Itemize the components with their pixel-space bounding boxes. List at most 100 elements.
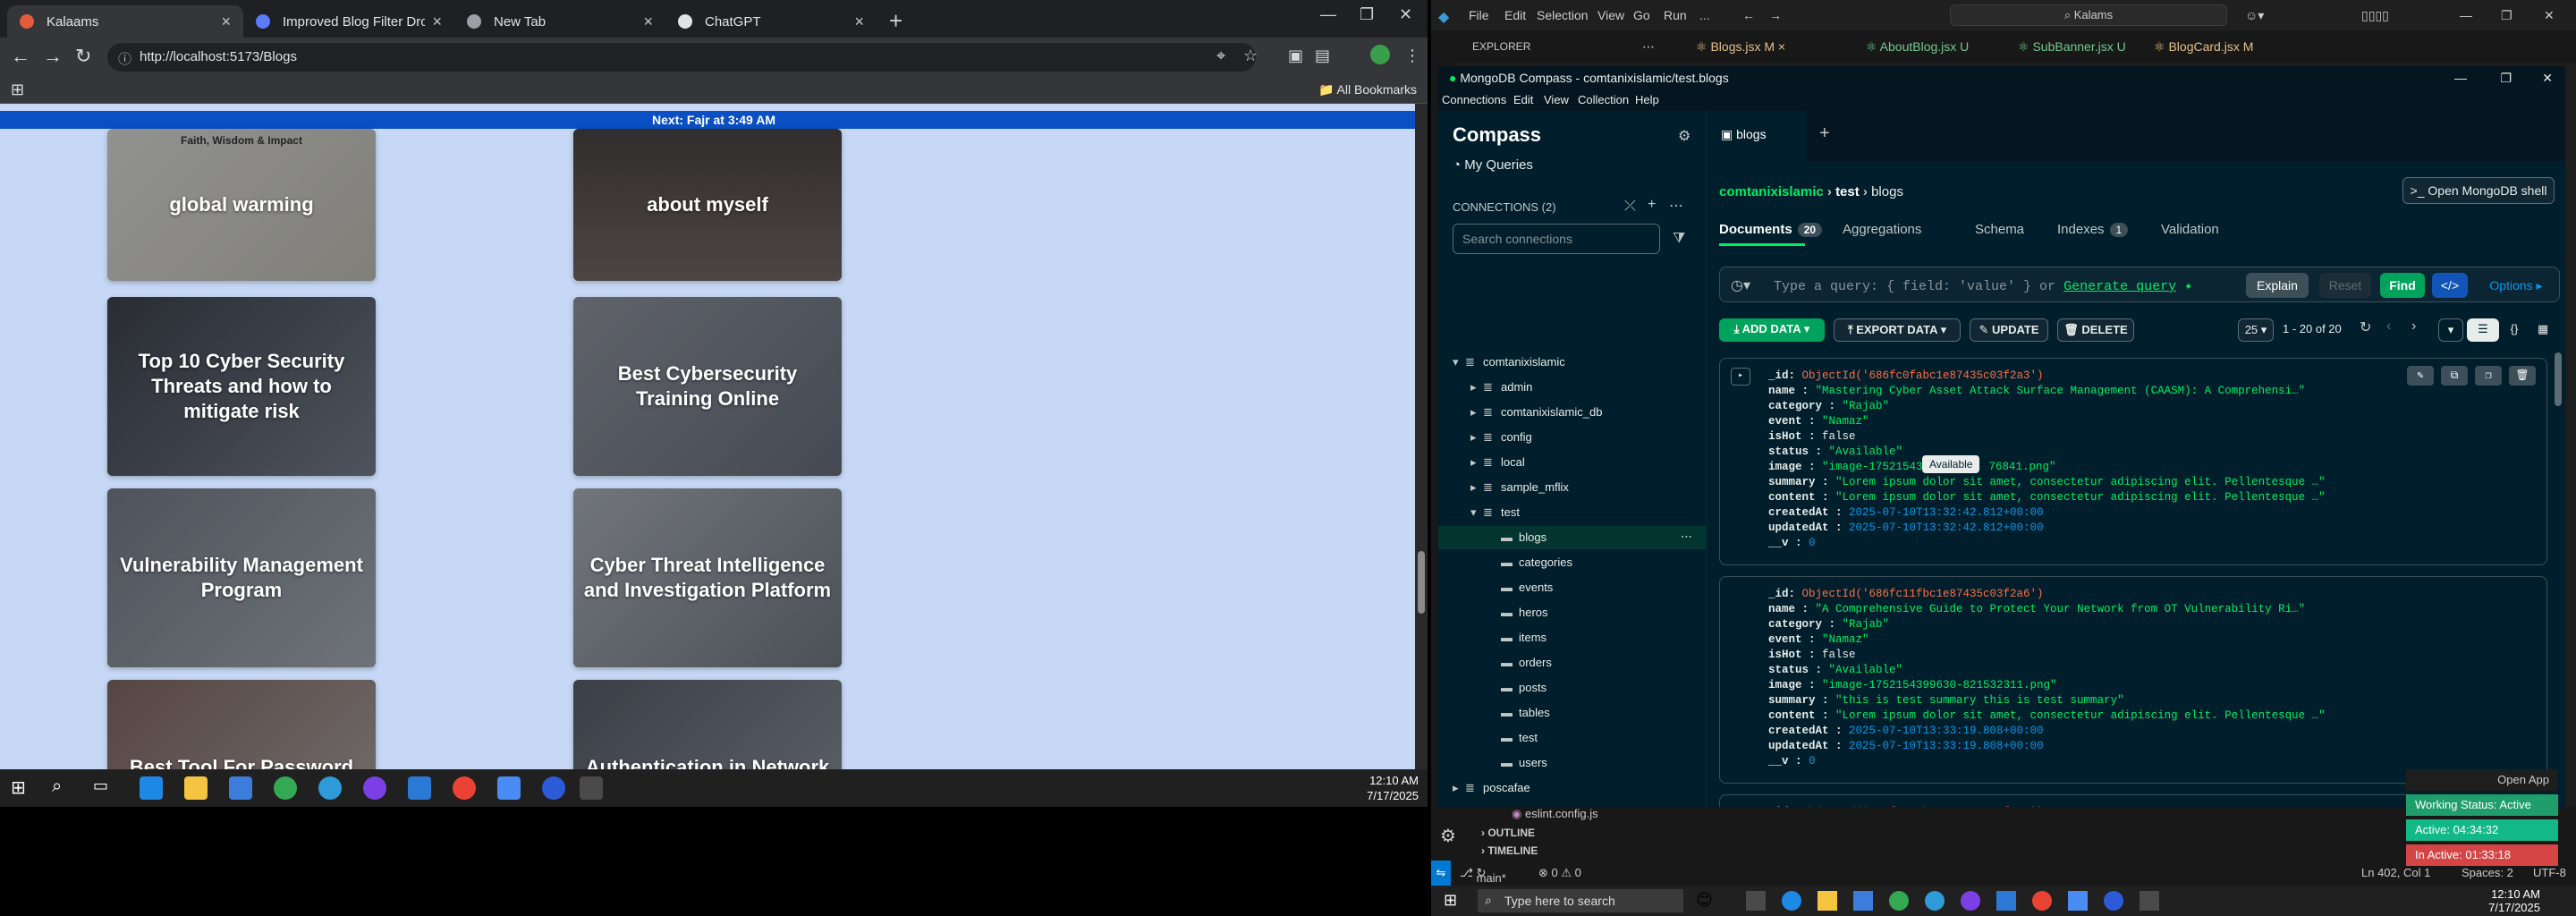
minimize-icon[interactable]: — (2454, 66, 2467, 89)
scrollbar-thumb[interactable] (1418, 551, 1425, 614)
reset-button[interactable]: Reset (2319, 273, 2371, 298)
blog-card[interactable]: Authentication in Network Security (573, 680, 842, 769)
add-data-button[interactable]: ⤓ ADD DATA ▾ (1719, 318, 1825, 342)
blog-card[interactable]: about myself (573, 129, 842, 281)
outline-section[interactable]: › OUTLINE (1481, 827, 1535, 839)
clone-icon[interactable]: ❐ (2475, 366, 2502, 386)
open-app-button[interactable]: Open App (2406, 769, 2558, 791)
app-icon[interactable] (1925, 891, 1945, 911)
tree-item-categories[interactable]: ▬ categories (1438, 551, 1707, 574)
export-data-button[interactable]: ⤒ EXPORT DATA ▾ (1834, 318, 1961, 342)
copy-icon[interactable]: ⧉ (2441, 366, 2468, 386)
explain-button[interactable]: Explain (2246, 273, 2309, 298)
collapse-icon[interactable]: ⤫ (1624, 199, 1636, 215)
gear-icon[interactable]: ⚙ (1678, 127, 1690, 145)
problems-indicator[interactable]: ⊗ 0 ⚠ 0 (1538, 866, 1581, 880)
open-shell-button[interactable]: >_ Open MongoDB shell (2402, 177, 2555, 204)
store-icon[interactable] (1853, 891, 1873, 911)
documents-scrollbar[interactable] (2555, 352, 2562, 406)
close-window-icon[interactable]: ✕ (1399, 5, 1412, 24)
tree-item-orders[interactable]: ▬ orders (1438, 651, 1707, 674)
close-window-icon[interactable]: ✕ (2544, 8, 2555, 23)
chevron-down-icon[interactable]: ▾ (1453, 355, 1465, 369)
tab-subbanner-jsx[interactable]: ⚛ SubBanner.jsx U (2018, 30, 2126, 63)
more-icon[interactable]: ⋯ (1681, 530, 1692, 544)
tree-item-items[interactable]: ▬ items (1438, 626, 1707, 649)
chrome-icon[interactable] (453, 776, 476, 800)
add-tab-icon[interactable]: + (1819, 123, 1830, 144)
breadcrumb-cluster[interactable]: comtanixislamic (1719, 184, 1824, 199)
tree-item-heros[interactable]: ▬ heros (1438, 601, 1707, 624)
avatar[interactable] (1370, 45, 1390, 64)
generate-query-link[interactable]: Generate query (2063, 279, 2176, 294)
taskbar-clock[interactable]: 12:10 AM 7/17/2025 (2488, 887, 2540, 914)
browser-tab-new-tab[interactable]: New Tab × (454, 5, 665, 38)
delete-icon[interactable]: 🗑 (2509, 366, 2536, 386)
tab-indexes[interactable]: Indexes 1 (2057, 222, 2129, 237)
browser-tab-blog-filter[interactable]: Improved Blog Filter Dropdown × (243, 5, 454, 38)
menu-file[interactable]: File (1469, 8, 1489, 22)
chevron-right-icon[interactable]: ▸ (1470, 380, 1483, 394)
menu-view[interactable]: View (1544, 93, 1569, 106)
chevron-down-icon[interactable]: ▾ (1470, 505, 1483, 520)
next-page-icon[interactable]: › (2411, 318, 2416, 335)
expand-document-icon[interactable]: ▸ (1731, 368, 1750, 386)
nav-back-icon[interactable]: ← (1742, 8, 1755, 22)
all-bookmarks-button[interactable]: 📁 All Bookmarks (1318, 82, 1417, 98)
table-view-icon[interactable]: ▦ (2529, 318, 2556, 342)
address-bar[interactable]: ⓘ http://localhost:5173/Blogs (107, 43, 1256, 72)
vscode-icon[interactable] (408, 776, 431, 800)
menu-help[interactable]: Help (1635, 93, 1659, 106)
close-icon[interactable]: × (432, 13, 442, 31)
tree-item-local[interactable]: ▸ ≣ local (1438, 451, 1707, 474)
bookmark-star-icon[interactable]: ☆ (1243, 47, 1258, 65)
new-tab-icon[interactable]: + (889, 7, 902, 35)
nav-forward-icon[interactable]: → (1769, 8, 1782, 22)
menu-more[interactable]: ... (1699, 8, 1710, 22)
tree-item-blogs[interactable]: ▬ blogs ⋯ (1438, 526, 1707, 549)
prev-page-icon[interactable]: ‹ (2386, 318, 2391, 335)
search-icon[interactable]: ⌕ (52, 776, 75, 800)
windows-start-icon[interactable]: ⊞ (1444, 891, 1457, 910)
query-input[interactable]: Type a query: { field: 'value' } or Gene… (1774, 277, 2192, 294)
menu-connections[interactable]: Connections (1442, 93, 1506, 106)
menu-run[interactable]: Run (1664, 8, 1687, 22)
github-desktop-icon[interactable] (1961, 891, 1980, 911)
blog-card[interactable]: Best Cybersecurity Training Online (573, 297, 842, 476)
chevron-right-icon[interactable]: ▸ (1470, 430, 1483, 445)
tab-blogs-jsx[interactable]: ⚛ Blogs.jsx M × (1696, 30, 1785, 63)
document-card[interactable]: _id: ObjectId('686fc11fbc1e87435c03f2a6'… (1719, 576, 2547, 784)
chrome-icon[interactable] (274, 776, 297, 800)
my-queries-link[interactable]: ◔ My Queries (1453, 157, 1533, 173)
list-view-icon[interactable]: ☰ (2467, 318, 2499, 342)
windows-start-icon[interactable]: ⊞ (11, 776, 34, 800)
tree-item-comtanixislamic-db[interactable]: ▸ ≣ comtanixislamic_db (1438, 401, 1707, 424)
tracker-app-icon[interactable] (580, 776, 603, 800)
back-icon[interactable]: ← (11, 45, 30, 68)
blog-card[interactable]: Faith, Wisdom & Impact global warming (107, 129, 376, 281)
tracker-app-icon[interactable] (2140, 891, 2159, 911)
blog-card[interactable]: Best Tool For Password Management (107, 680, 376, 769)
filter-icon[interactable]: ⧩ (1673, 231, 1685, 247)
options-button[interactable]: Options ▸ (2480, 273, 2552, 298)
minimize-icon[interactable]: — (1320, 5, 1336, 24)
app-icon[interactable] (318, 776, 342, 800)
file-explorer-icon[interactable] (184, 776, 208, 800)
tab-validation[interactable]: Validation (2161, 222, 2219, 237)
close-icon[interactable]: × (221, 13, 231, 31)
chevron-right-icon[interactable]: ▸ (1453, 781, 1465, 795)
search-connections-input[interactable]: Search connections (1453, 224, 1660, 254)
tree-item-tables[interactable]: ▬ tables (1438, 701, 1707, 725)
close-icon[interactable]: × (643, 13, 653, 31)
chrome-icon[interactable] (1889, 891, 1909, 911)
tree-item-config[interactable]: ▸ ≣ config (1438, 426, 1707, 449)
emoji-icon[interactable]: 😊 (1696, 891, 1713, 910)
maximize-icon[interactable]: ❐ (2500, 66, 2512, 89)
store-icon[interactable] (229, 776, 252, 800)
apps-grid-icon[interactable]: ⊞ (11, 81, 24, 99)
code-view-button[interactable]: </> (2432, 273, 2468, 298)
tab-aggregations[interactable]: Aggregations (1843, 222, 1921, 237)
taskbar-clock[interactable]: 12:10 AM 7/17/2025 (1367, 773, 1419, 803)
edge-icon[interactable] (1782, 891, 1801, 911)
extension-icon[interactable]: ▤ (1315, 47, 1330, 65)
